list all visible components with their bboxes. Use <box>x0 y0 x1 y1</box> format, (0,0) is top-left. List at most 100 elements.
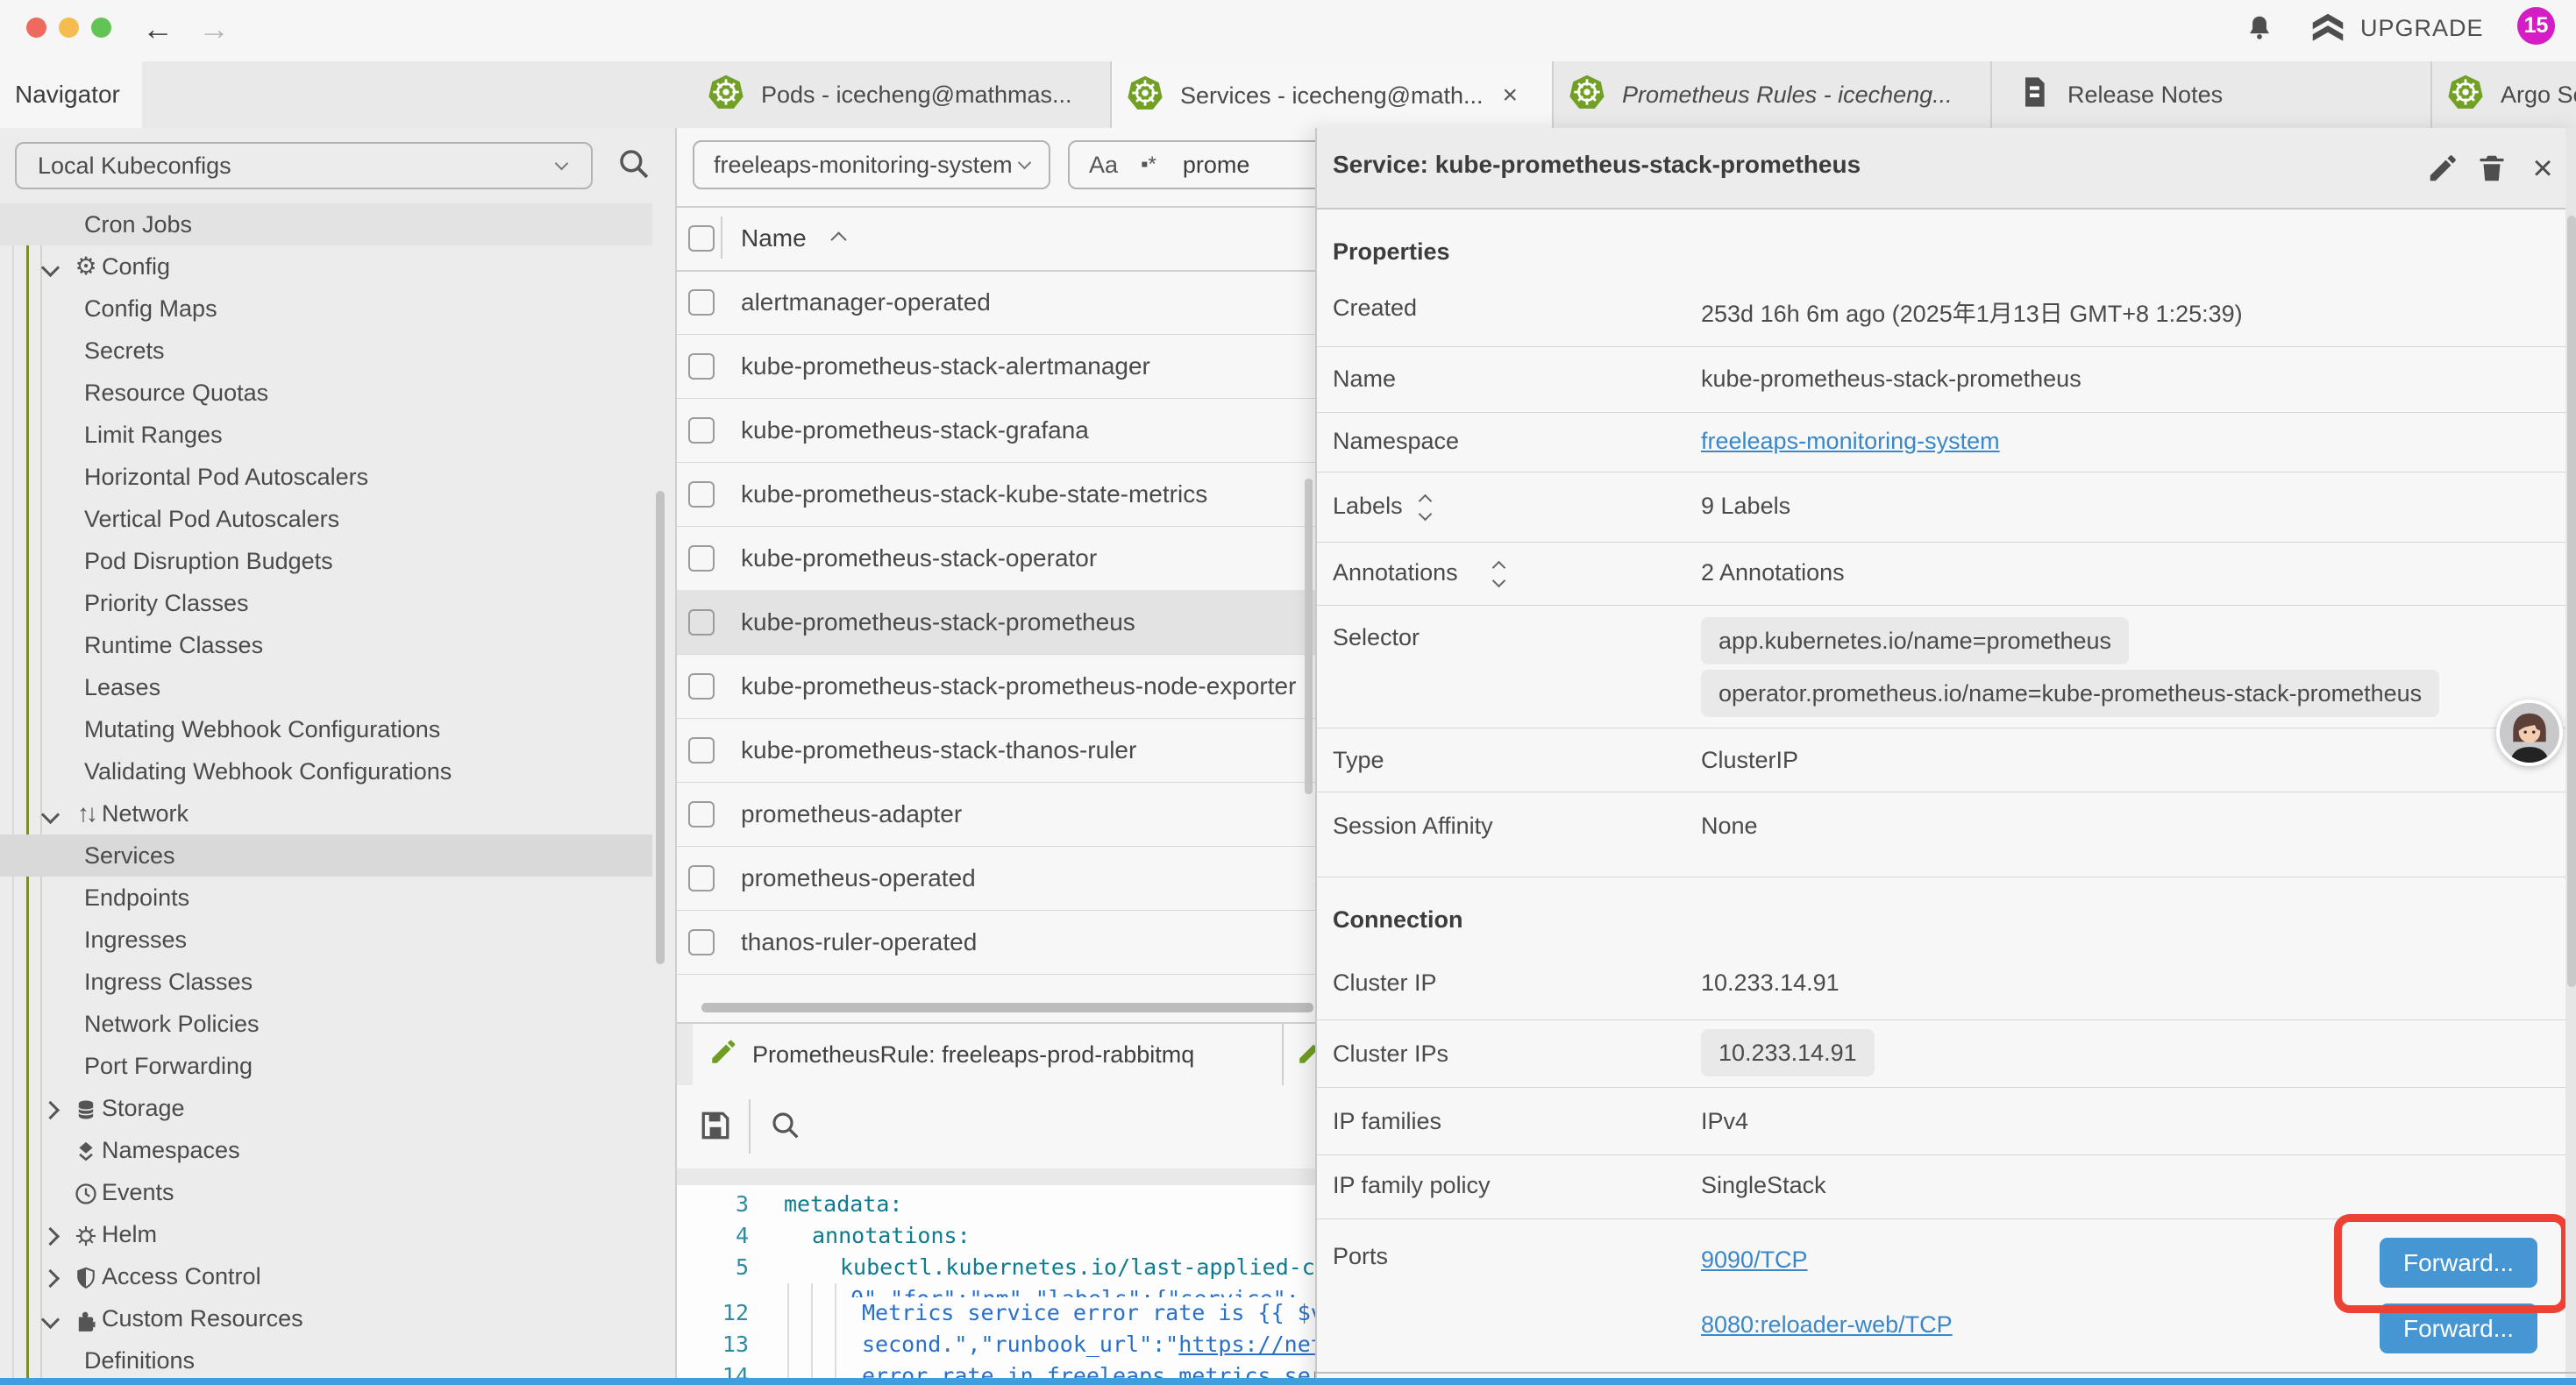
delete-trash-icon[interactable] <box>2473 149 2511 188</box>
sidebar-item-helm[interactable]: Helm <box>0 1213 652 1255</box>
sidebar-item-mutating-webhook-configurations[interactable]: Mutating Webhook Configurations <box>0 708 652 750</box>
close-icon[interactable]: × <box>2523 149 2562 188</box>
list-search-input[interactable]: Aa ▪* prome <box>1068 140 1334 189</box>
save-icon[interactable] <box>696 1106 735 1151</box>
sidebar-item-namespaces[interactable]: Namespaces <box>0 1129 652 1171</box>
sidebar-item-events[interactable]: Events <box>0 1171 652 1213</box>
sidebar-item-config[interactable]: ⚙Config <box>0 245 652 288</box>
maximize-window-button[interactable] <box>91 18 111 38</box>
tab-prometheus-rules[interactable]: Prometheus Rules - icecheng... <box>1554 61 1992 128</box>
kubeconfig-selector[interactable]: Local Kubeconfigs <box>15 142 593 189</box>
close-window-button[interactable] <box>26 18 46 38</box>
user-avatar[interactable] <box>2496 700 2563 766</box>
sidebar-item-vertical-pod-autoscalers[interactable]: Vertical Pod Autoscalers <box>0 498 652 540</box>
close-tab-icon[interactable]: × <box>1503 81 1519 110</box>
tab-release-notes[interactable]: Release Notes <box>1992 61 2432 128</box>
row-checkbox[interactable] <box>688 801 715 827</box>
table-row[interactable]: prometheus-operated <box>677 846 1315 911</box>
notification-count-badge[interactable]: 15 <box>2517 7 2555 45</box>
sidebar-item-secrets[interactable]: Secrets <box>0 330 652 372</box>
editor-tab-partial[interactable] <box>1284 1024 1315 1085</box>
sidebar-item-ingress-classes[interactable]: Ingress Classes <box>0 961 652 1003</box>
row-checkbox[interactable] <box>688 289 715 316</box>
sidebar-scrollbar[interactable] <box>656 491 665 964</box>
table-row[interactable]: kube-prometheus-stack-kube-state-metrics <box>677 462 1315 527</box>
back-arrow-icon[interactable]: ← <box>142 10 174 48</box>
expand-collapse-icon[interactable] <box>1420 496 1430 519</box>
details-scrollbar[interactable] <box>2565 128 2576 1385</box>
table-row[interactable]: kube-prometheus-stack-grafana <box>677 398 1315 463</box>
sidebar-item-access-control[interactable]: Access Control <box>0 1255 652 1297</box>
match-case-icon[interactable]: Aa <box>1089 152 1118 179</box>
upgrade-label[interactable]: UPGRADE <box>2360 15 2484 42</box>
row-checkbox[interactable] <box>688 673 715 700</box>
editor-search-icon[interactable] <box>768 1108 803 1149</box>
upgrade-icon[interactable] <box>2308 9 2348 55</box>
editor-tab-prometheusrule[interactable]: PrometheusRule: freeleaps-prod-rabbitmq <box>693 1024 1284 1085</box>
namespace-link[interactable]: freeleaps-monitoring-system <box>1701 428 2000 455</box>
sidebar-item-services[interactable]: Services <box>0 835 652 877</box>
row-checkbox[interactable] <box>688 353 715 380</box>
table-row[interactable]: prometheus-adapter <box>677 782 1315 847</box>
sidebar-item-ingresses[interactable]: Ingresses <box>0 919 652 961</box>
port-link[interactable]: 8080:reloader-web/TCP <box>1701 1311 1953 1339</box>
sidebar-item-config-maps[interactable]: Config Maps <box>0 288 652 330</box>
list-vertical-scrollbar[interactable] <box>1305 479 1313 794</box>
table-row[interactable]: kube-prometheus-stack-thanos-ruler <box>677 718 1315 783</box>
row-checkbox[interactable] <box>688 929 715 955</box>
chevron-down-icon[interactable] <box>41 806 60 824</box>
forward-arrow-icon[interactable]: → <box>198 10 230 48</box>
port-link[interactable]: 9090/TCP <box>1701 1246 1808 1274</box>
sidebar-item-cron-jobs[interactable]: Cron Jobs <box>0 203 652 245</box>
sidebar-item-runtime-classes[interactable]: Runtime Classes <box>0 624 652 666</box>
sidebar-item-storage[interactable]: Storage <box>0 1087 652 1129</box>
table-row[interactable]: kube-prometheus-stack-operator <box>677 526 1315 591</box>
chevron-right-icon[interactable] <box>41 1227 60 1246</box>
row-checkbox[interactable] <box>688 417 715 444</box>
sidebar-item-network-policies[interactable]: Network Policies <box>0 1003 652 1045</box>
sidebar-item-priority-classes[interactable]: Priority Classes <box>0 582 652 624</box>
sidebar-item-custom-resources[interactable]: Custom Resources <box>0 1297 652 1339</box>
yaml-editor[interactable]: 3metadata: 4annotations: 5kubectl.kubern… <box>677 1185 1315 1385</box>
sidebar-item-horizontal-pod-autoscalers[interactable]: Horizontal Pod Autoscalers <box>0 456 652 498</box>
table-row[interactable]: kube-prometheus-stack-prometheus-node-ex… <box>677 654 1315 719</box>
list-horizontal-scrollbar[interactable] <box>701 1003 1313 1012</box>
sidebar-item-port-forwarding[interactable]: Port Forwarding <box>0 1045 652 1087</box>
table-row[interactable]: alertmanager-operated <box>677 270 1315 335</box>
column-header-name[interactable]: Name <box>741 206 807 270</box>
table-row-selected[interactable]: kube-prometheus-stack-prometheus <box>677 590 1315 655</box>
regex-icon[interactable]: ▪* <box>1141 153 1156 177</box>
sidebar-item-endpoints[interactable]: Endpoints <box>0 877 652 919</box>
namespace-filter-dropdown[interactable]: freeleaps-monitoring-system <box>693 140 1050 189</box>
runbook-url-link[interactable]: https://net <box>1178 1332 1315 1357</box>
select-all-checkbox[interactable] <box>688 225 715 252</box>
sidebar-item-pod-disruption-budgets[interactable]: Pod Disruption Budgets <box>0 540 652 582</box>
row-checkbox[interactable] <box>688 545 715 572</box>
notifications-bell-icon[interactable] <box>2243 11 2276 53</box>
search-icon[interactable] <box>616 146 652 188</box>
sidebar-item-validating-webhook-configurations[interactable]: Validating Webhook Configurations <box>0 750 652 792</box>
row-checkbox[interactable] <box>688 609 715 636</box>
chevron-right-icon[interactable] <box>41 1269 60 1288</box>
sidebar-item-network[interactable]: ↑↓Network <box>0 792 652 835</box>
minimize-window-button[interactable] <box>59 18 79 38</box>
row-checkbox[interactable] <box>688 865 715 891</box>
table-row[interactable]: kube-prometheus-stack-alertmanager <box>677 334 1315 399</box>
sidebar-item-definitions[interactable]: Definitions <box>0 1339 652 1381</box>
tab-argo[interactable]: Argo Se <box>2432 61 2576 128</box>
sidebar-item-leases[interactable]: Leases <box>0 666 652 708</box>
sort-ascending-icon[interactable] <box>830 231 846 247</box>
sidebar-item-limit-ranges[interactable]: Limit Ranges <box>0 414 652 456</box>
tab-services-active[interactable]: Services - icecheng@math... × <box>1112 61 1554 130</box>
chevron-down-icon[interactable] <box>41 259 60 277</box>
chevron-down-icon[interactable] <box>41 1310 60 1329</box>
chevron-right-icon[interactable] <box>41 1101 60 1119</box>
expand-collapse-icon[interactable] <box>1494 563 1504 586</box>
edit-pencil-icon[interactable] <box>2423 149 2462 188</box>
tab-pods[interactable]: Pods - icecheng@mathmas... <box>693 61 1112 128</box>
tab-navigator[interactable]: Navigator <box>0 61 142 130</box>
row-checkbox[interactable] <box>688 737 715 764</box>
sidebar-item-resource-quotas[interactable]: Resource Quotas <box>0 372 652 414</box>
table-row[interactable]: thanos-ruler-operated <box>677 910 1315 975</box>
row-checkbox[interactable] <box>688 481 715 508</box>
